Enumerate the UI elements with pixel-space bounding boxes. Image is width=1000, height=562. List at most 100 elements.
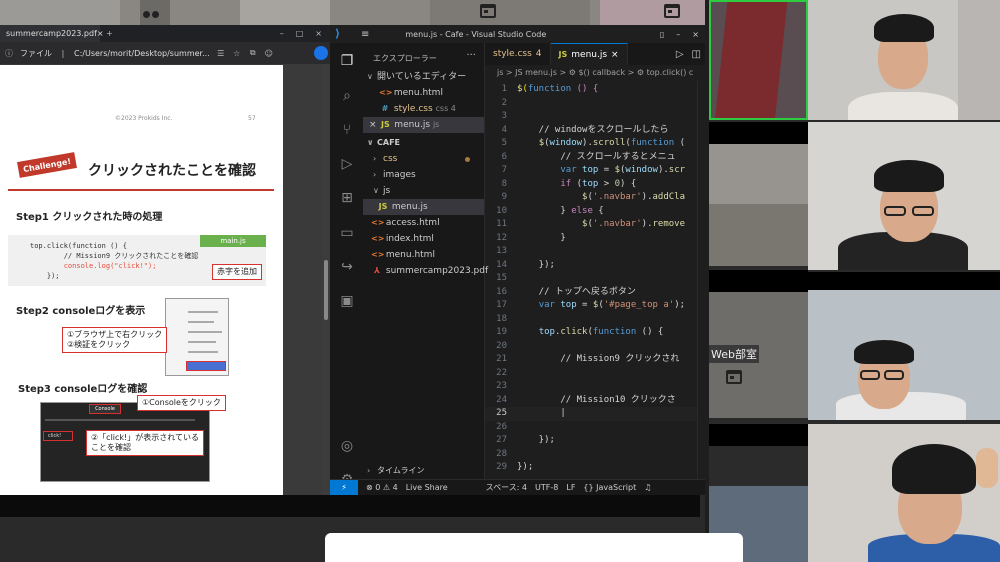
participant-video-4[interactable] xyxy=(808,424,1000,562)
video-tile-black xyxy=(709,122,808,144)
pdf-scrollbar[interactable] xyxy=(322,65,330,495)
js-file-icon: JS xyxy=(558,50,568,59)
notification-card[interactable] xyxy=(325,533,743,562)
indentation-setting[interactable]: スペース: 4 xyxy=(486,482,527,493)
console-tab: Console xyxy=(89,404,121,414)
background-room xyxy=(0,0,705,25)
tree-item-access-html[interactable]: <> access.html xyxy=(363,215,484,231)
calendar-icon xyxy=(726,370,742,384)
profile-icon[interactable]: ☺ xyxy=(264,49,274,58)
vscode-titlebar: ⟩ ≡ menu.js - Cafe - Visual Studio Code … xyxy=(330,25,705,43)
code-editor[interactable]: 1 $(function () { 2 3 4 // windowをスクロールした… xyxy=(485,81,705,479)
collections-icon[interactable]: ⧉ xyxy=(248,48,258,58)
challenge-badge: Challenge! xyxy=(17,152,77,178)
minimize-icon[interactable]: – xyxy=(676,30,680,39)
bing-icon[interactable] xyxy=(314,46,328,60)
open-editor-item[interactable]: × JS menu.js js xyxy=(363,117,484,133)
remote-indicator-icon[interactable]: ⚡ xyxy=(330,479,358,496)
page-heading: クリックされたことを確認 xyxy=(88,163,256,179)
tree-item-js[interactable]: ∨ js xyxy=(363,183,484,199)
html-file-icon: <> xyxy=(371,250,385,259)
menu-icon[interactable]: ≡ xyxy=(361,29,369,40)
participant-video-2[interactable] xyxy=(808,122,1000,270)
step2-note-line2: ②検証をクリック xyxy=(67,340,131,349)
open-editor-item[interactable]: # style.css css 4 xyxy=(363,101,484,117)
run-icon[interactable]: ▷ xyxy=(676,49,684,60)
split-editor-icon[interactable]: ◫ xyxy=(692,49,701,60)
status-bar: ⚡ ⊗ 0 ⚠ 4 Live Share スペース: 4 UTF-8 LF {}… xyxy=(330,479,705,496)
video-tile-room[interactable] xyxy=(709,144,808,266)
open-editor-item[interactable]: <> menu.html xyxy=(363,85,484,101)
pdf-file-icon: ⅄ xyxy=(373,266,381,275)
maximize-icon[interactable]: □ xyxy=(296,29,304,38)
breadcrumb[interactable]: js > JS menu.js > ⚙ $() callback > ⚙ top… xyxy=(485,65,705,81)
language-mode[interactable]: {} JavaScript xyxy=(583,483,636,492)
live-share-icon[interactable]: ↪ xyxy=(337,257,357,277)
minimize-icon[interactable]: – xyxy=(280,29,284,38)
explorer-icon[interactable]: ❐ xyxy=(337,51,357,71)
pdf-tab-title: summercamp2023.pdf xyxy=(6,29,97,38)
tree-item-pdf[interactable]: ⅄ summercamp2023.pdf xyxy=(363,263,488,279)
close-window-icon[interactable]: × xyxy=(315,29,322,38)
tree-item-css[interactable]: › css xyxy=(363,151,484,167)
tree-item-images[interactable]: › images xyxy=(363,167,484,183)
close-icon[interactable]: × xyxy=(369,120,377,130)
reader-icon[interactable]: ☰ xyxy=(216,49,226,58)
more-actions-icon[interactable]: ··· xyxy=(466,50,476,61)
video-tile-black xyxy=(709,424,808,446)
step2-heading: Step2 consoleログを表示 xyxy=(16,306,146,317)
css-file-icon: # xyxy=(381,104,389,113)
participant-name-label: Web部室 xyxy=(709,345,759,363)
chevron-right-icon: › xyxy=(373,154,377,163)
terminal-icon[interactable]: ▣ xyxy=(337,291,357,311)
address-path[interactable]: C:/Users/morit/Desktop/summer... xyxy=(74,49,210,58)
note-red-text: 赤字を追加 xyxy=(212,264,262,280)
notifications-icon[interactable]: ♫ xyxy=(644,483,651,492)
taskbar-strip xyxy=(0,495,700,517)
participant-video-1[interactable] xyxy=(808,0,1000,120)
open-editors-header[interactable]: ∨ 開いているエディター xyxy=(363,69,484,85)
layout-icon[interactable]: ▯ xyxy=(660,30,664,39)
activity-bar: ❐ ⌕ ⑂ ▷ ⊞ ▭ ↪ ▣ ◎ ⚙ xyxy=(330,43,363,488)
video-tile-speaking[interactable] xyxy=(709,0,808,120)
js-file-icon: JS xyxy=(381,120,390,129)
live-share-button[interactable]: Live Share xyxy=(406,483,448,492)
explorer-panel: エクスプローラー ··· ∨ 開いているエディター <> menu.html # … xyxy=(363,43,488,479)
favorite-icon[interactable]: ☆ xyxy=(232,49,242,58)
page-number: 57 xyxy=(248,115,256,122)
participant-video-3[interactable] xyxy=(808,272,1000,420)
account-icon[interactable]: ◎ xyxy=(337,436,357,456)
tab-menu-js[interactable]: JS menu.js × xyxy=(550,43,628,65)
run-debug-icon[interactable]: ▷ xyxy=(337,154,357,174)
step3-note1: ①Consoleをクリック xyxy=(137,395,226,411)
js-file-icon: JS xyxy=(378,202,388,211)
tab-style-css[interactable]: style.css 4 xyxy=(485,43,551,65)
close-window-icon[interactable]: × xyxy=(692,30,699,39)
tree-item-menu-js[interactable]: JS menu.js xyxy=(363,199,484,215)
tree-item-menu-html[interactable]: <> menu.html xyxy=(363,247,484,263)
address-bar[interactable]: ⓘ ファイル | C:/Users/morit/Desktop/summer..… xyxy=(0,42,330,64)
close-icon[interactable]: × xyxy=(611,50,619,60)
folder-header-cafe[interactable]: ∨ CAFE xyxy=(363,135,484,151)
encoding-setting[interactable]: UTF-8 xyxy=(535,483,558,492)
modified-dot xyxy=(465,157,470,162)
timeline-header[interactable]: › タイムライン xyxy=(363,463,484,479)
eol-setting[interactable]: LF xyxy=(566,483,575,492)
pdf-page-58: Challenge! クリックされたことを確認 Step1 クリックされた時の処… xyxy=(0,122,283,495)
page-copyright: ©2023 Prokids Inc. xyxy=(115,115,173,122)
extensions-icon[interactable]: ⊞ xyxy=(337,188,357,208)
pdf-tab[interactable]: summercamp2023.pdf × xyxy=(0,25,104,42)
editor-scrollbar[interactable] xyxy=(697,81,705,479)
source-control-icon[interactable]: ⑂ xyxy=(337,120,357,140)
tree-item-index-html[interactable]: <> index.html xyxy=(363,231,484,247)
info-icon[interactable]: ⓘ xyxy=(4,48,14,59)
html-file-icon: <> xyxy=(371,218,385,227)
new-tab-icon[interactable]: + xyxy=(100,29,119,38)
chevron-right-icon: › xyxy=(367,466,371,475)
heading-rule xyxy=(8,189,274,191)
code-line: // Mission9 クリックされたことを確認 xyxy=(30,252,199,260)
problems-count[interactable]: ⊗ 0 ⚠ 4 xyxy=(366,483,398,492)
remote-explorer-icon[interactable]: ▭ xyxy=(337,223,357,243)
search-icon[interactable]: ⌕ xyxy=(337,86,357,106)
editor-tabs: style.css 4 JS menu.js × ▷ ◫ xyxy=(485,43,705,65)
